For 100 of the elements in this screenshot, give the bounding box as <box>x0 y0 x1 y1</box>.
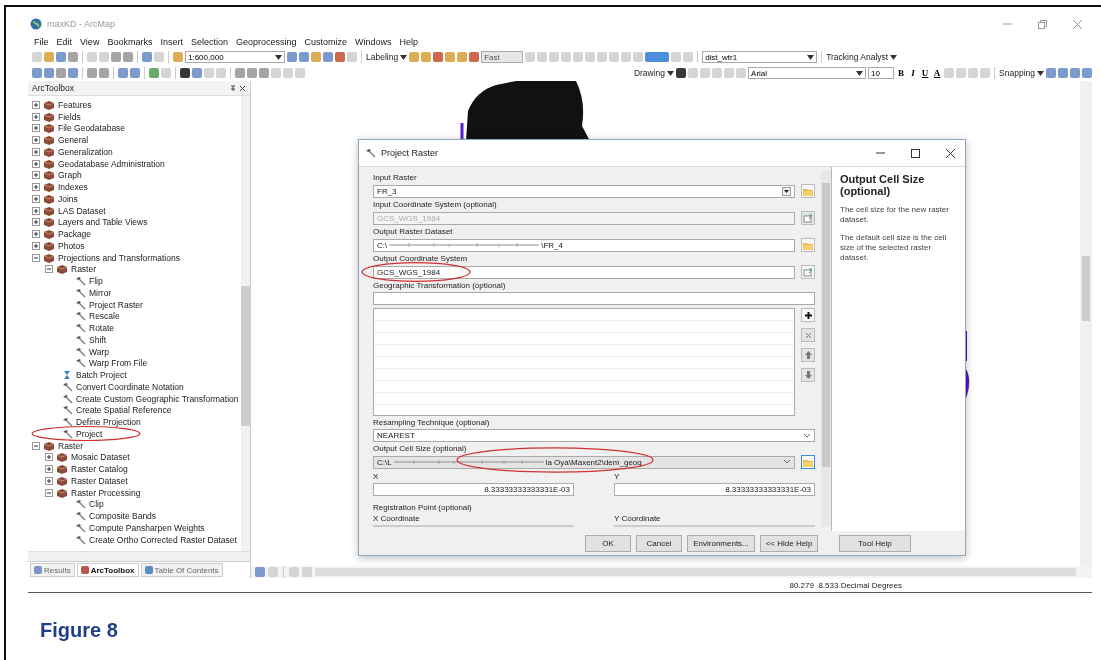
menu-item[interactable]: Bookmarks <box>107 36 153 47</box>
tree-item[interactable]: Geodatabase Administration <box>58 158 165 169</box>
expand-icon[interactable] <box>32 230 40 239</box>
font-size-field[interactable]: 10 <box>868 67 895 79</box>
scale-field[interactable]: 1:600,000 <box>185 51 285 63</box>
dropdown-field[interactable]: FR_3 <box>373 184 795 198</box>
panel-tab[interactable]: ArcToolbox <box>76 563 139 577</box>
expand-icon[interactable] <box>32 241 40 250</box>
expand-icon[interactable] <box>32 218 40 227</box>
text-field[interactable]: 8.33333333333331E-03 <box>373 483 574 496</box>
color-swatch[interactable] <box>645 52 670 62</box>
tree-item[interactable]: Create Ortho Corrected Raster Dataset <box>89 534 237 545</box>
tree-item[interactable]: Joins <box>58 193 78 204</box>
tree-item[interactable]: Photos <box>58 240 85 251</box>
tree-item[interactable]: Composite Bands <box>89 511 157 522</box>
expand-icon[interactable] <box>32 194 40 203</box>
tree-item[interactable]: Raster <box>71 264 97 275</box>
tree-item[interactable]: Rotate <box>89 323 115 334</box>
tree-item[interactable]: Generalization <box>58 146 113 157</box>
label-quality-field[interactable]: Fast <box>481 51 524 63</box>
dropdown-field[interactable]: NEAREST <box>373 429 815 442</box>
labeling-menu[interactable]: Labeling <box>366 52 399 62</box>
scrollbar[interactable] <box>821 171 831 527</box>
tree-item[interactable]: Warp From File <box>89 358 148 369</box>
arrow-up-icon[interactable] <box>801 348 815 362</box>
tree-item[interactable]: Project Raster <box>89 299 143 310</box>
expand-icon[interactable] <box>45 453 53 462</box>
add-icon[interactable] <box>801 308 815 322</box>
path-field[interactable]: C:\L la Oya\Maxent2\dem_geog <box>373 455 795 469</box>
tree-item[interactable]: Fields <box>58 111 81 122</box>
tree-item[interactable]: Batch Project <box>76 370 127 381</box>
expand-icon[interactable] <box>32 147 40 156</box>
arrow-down-icon[interactable] <box>801 368 815 382</box>
menu-item[interactable]: View <box>80 36 100 47</box>
expand-icon[interactable] <box>45 476 53 485</box>
underline-button[interactable]: U <box>920 68 931 78</box>
tree-item[interactable]: Create Spatial Reference <box>76 405 172 416</box>
tree-item[interactable]: Raster Catalog <box>71 464 128 475</box>
scrollbar[interactable] <box>28 551 250 561</box>
properties-icon[interactable] <box>801 211 815 225</box>
drawing-menu[interactable]: Drawing <box>633 68 666 78</box>
collapse-icon[interactable] <box>32 441 40 450</box>
path-field[interactable]: C:\ \FR_4 <box>373 238 795 252</box>
tree-item[interactable]: Layers and Table Views <box>58 217 148 228</box>
panel-tab[interactable]: Table Of Contents <box>140 563 223 577</box>
expand-icon[interactable] <box>32 124 40 133</box>
snapping-menu[interactable]: Snapping <box>999 68 1035 78</box>
layer-field[interactable]: dist_wtr1 <box>702 51 818 63</box>
expand-icon[interactable] <box>32 171 40 180</box>
tree-item[interactable]: General <box>58 135 89 146</box>
expand-icon[interactable] <box>32 159 40 168</box>
menu-item[interactable]: Customize <box>304 36 347 47</box>
dialog-button[interactable]: Tool Help <box>839 534 911 552</box>
tree-item[interactable]: Graph <box>58 170 82 181</box>
tree-item[interactable]: Flip <box>89 276 103 287</box>
browse-folder-icon[interactable] <box>801 184 815 198</box>
expand-icon[interactable] <box>32 183 40 192</box>
text-field[interactable] <box>373 292 815 305</box>
scrollbar[interactable] <box>1080 81 1092 566</box>
menu-item[interactable]: File <box>34 36 49 47</box>
tree-item[interactable]: Clip <box>89 499 104 510</box>
menu-item[interactable]: Selection <box>190 36 228 47</box>
collapse-icon[interactable] <box>32 253 40 262</box>
tree-item[interactable]: Warp <box>89 346 109 357</box>
bold-button[interactable]: B <box>896 68 907 78</box>
dialog-button[interactable]: Environments... <box>687 534 755 552</box>
tree-item[interactable]: Compute Pansharpen Weights <box>89 522 205 533</box>
transformation-list[interactable] <box>373 308 795 416</box>
collapse-icon[interactable] <box>45 488 53 497</box>
tree-item[interactable]: Rescale <box>89 311 120 322</box>
tree-item[interactable]: Projections and Transformations <box>58 252 180 263</box>
pin-close-icon[interactable] <box>230 84 246 92</box>
expand-icon[interactable] <box>32 100 40 109</box>
menu-item[interactable]: Edit <box>56 36 73 47</box>
tree-item[interactable]: Create Custom Geographic Transformation <box>76 393 239 404</box>
expand-icon[interactable] <box>32 136 40 145</box>
panel-tab[interactable]: Results <box>30 563 75 577</box>
tree-item[interactable]: Mirror <box>89 287 112 298</box>
menu-item[interactable]: Help <box>399 36 419 47</box>
browse-folder-icon[interactable] <box>801 455 815 469</box>
browse-folder-icon[interactable] <box>801 238 815 252</box>
tree-item[interactable]: Shift <box>89 334 106 345</box>
tree-item[interactable]: File Geodatabase <box>58 123 126 134</box>
menu-item[interactable]: Windows <box>355 36 392 47</box>
text-field[interactable]: GCS_WGS_1984 <box>373 265 795 279</box>
tree-item[interactable]: Convert Coordinate Notation <box>76 381 184 392</box>
scrollbar[interactable] <box>241 96 250 551</box>
tree-item[interactable]: Raster Processing <box>71 487 141 498</box>
tree-item[interactable]: Raster Dataset <box>71 475 128 486</box>
expand-icon[interactable] <box>45 465 53 474</box>
expand-icon[interactable] <box>32 206 40 215</box>
tree-item[interactable]: Define Projection <box>76 417 141 428</box>
font-field[interactable]: Arial <box>748 67 867 79</box>
menu-item[interactable]: Insert <box>160 36 183 47</box>
collapse-icon[interactable] <box>45 265 53 274</box>
tracking-analyst-menu[interactable]: Tracking Analyst <box>826 52 889 62</box>
tree-item[interactable]: Package <box>58 229 92 240</box>
tree-item[interactable]: Raster <box>58 440 84 451</box>
dialog-button[interactable]: OK <box>585 534 631 552</box>
menu-item[interactable]: Geoprocessing <box>235 36 297 47</box>
